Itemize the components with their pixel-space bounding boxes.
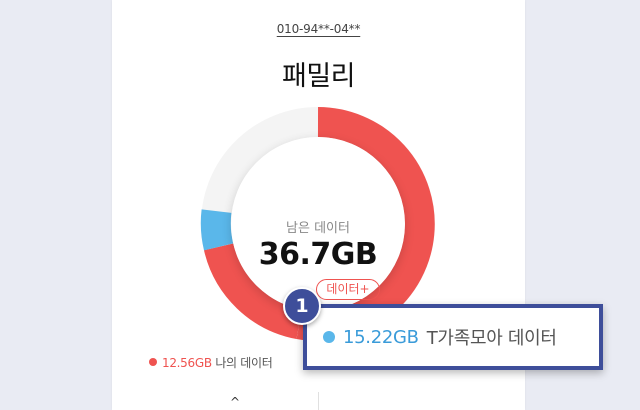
family-data-amount: 15.22GB [343,326,419,348]
my-data-amount: 12.56GB [162,356,212,370]
family-data-legend: 15.22GB T가족모아 데이터 [323,308,557,366]
family-data-callout: 15.22GB T가족모아 데이터 [303,304,603,370]
donut-family-data-segment [200,209,234,251]
chevron-up-icon[interactable]: ^ [230,395,240,409]
step-number-badge: 1 [283,287,321,325]
donut-center: 남은 데이터 36.7GB 데이터+ [231,137,405,311]
remaining-data-label: 남은 데이터 [286,221,350,236]
red-dot-icon [149,358,157,366]
remaining-data-value: 36.7GB [258,237,378,272]
footer-divider [318,392,319,410]
phone-number-link[interactable]: 010-94**-04** [277,22,361,36]
plan-title: 패밀리 [281,61,356,92]
family-data-label: T가족모아 데이터 [426,328,557,349]
add-data-button[interactable]: 데이터+ [316,279,380,300]
my-data-label: 나의 데이터 [215,356,273,370]
my-data-legend: 12.56GB 나의 데이터 [149,354,273,371]
blue-dot-icon [323,331,335,343]
phone-number[interactable]: 010-94**-04** [112,22,525,36]
